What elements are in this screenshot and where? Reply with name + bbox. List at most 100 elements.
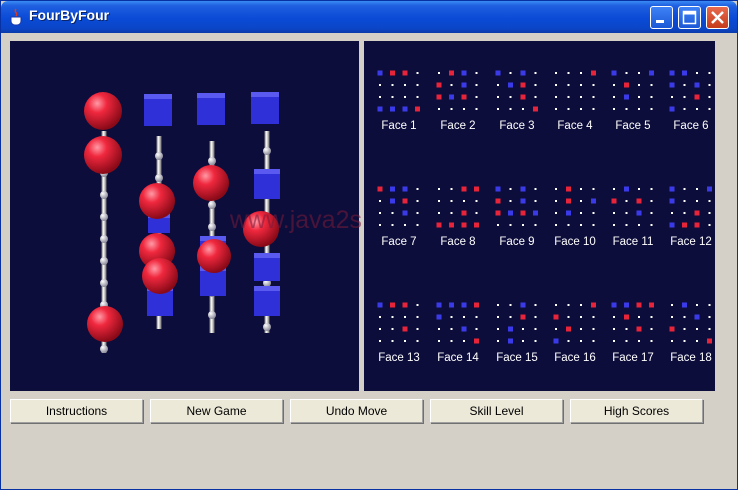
red-piece[interactable] (474, 338, 479, 344)
new-game-button[interactable]: New Game (150, 399, 283, 423)
red-piece[interactable] (402, 70, 408, 76)
red-piece[interactable] (636, 302, 642, 308)
blue-piece[interactable] (390, 106, 395, 112)
blue-piece[interactable] (624, 94, 629, 100)
empty-cell[interactable] (638, 340, 640, 342)
blue-piece[interactable] (624, 186, 629, 192)
blue-piece[interactable] (682, 302, 687, 308)
empty-cell[interactable] (391, 84, 394, 86)
empty-cell[interactable] (592, 84, 595, 86)
empty-cell[interactable] (416, 340, 419, 342)
blue-piece[interactable] (508, 210, 513, 216)
blue-cube-top[interactable] (254, 253, 280, 258)
face-grid[interactable] (376, 301, 420, 345)
empty-cell[interactable] (522, 340, 524, 342)
empty-cell[interactable] (497, 224, 499, 226)
red-sphere[interactable] (84, 136, 122, 174)
empty-cell[interactable] (438, 328, 440, 330)
empty-cell[interactable] (555, 84, 557, 86)
blue-piece[interactable] (495, 70, 501, 76)
empty-cell[interactable] (696, 304, 698, 306)
red-piece[interactable] (449, 222, 454, 228)
empty-cell[interactable] (696, 328, 698, 330)
red-piece[interactable] (377, 186, 383, 192)
empty-cell[interactable] (475, 212, 478, 214)
empty-cell[interactable] (497, 316, 499, 318)
blue-piece[interactable] (669, 198, 675, 204)
red-piece[interactable] (461, 210, 467, 216)
empty-cell[interactable] (555, 188, 557, 190)
empty-cell[interactable] (613, 108, 615, 110)
empty-cell[interactable] (567, 84, 570, 86)
peg-knob[interactable] (208, 223, 216, 231)
red-piece[interactable] (566, 186, 571, 192)
empty-cell[interactable] (534, 200, 537, 202)
face-2[interactable]: Face 2 (429, 49, 487, 132)
red-piece[interactable] (402, 302, 408, 308)
red-piece[interactable] (436, 94, 442, 100)
empty-cell[interactable] (683, 340, 686, 342)
empty-cell[interactable] (613, 328, 615, 330)
red-sphere[interactable] (139, 183, 175, 219)
face-6[interactable]: Face 6 (662, 49, 720, 132)
empty-cell[interactable] (404, 224, 406, 226)
empty-cell[interactable] (650, 212, 653, 214)
red-piece[interactable] (707, 338, 712, 344)
red-piece[interactable] (436, 82, 442, 88)
empty-cell[interactable] (534, 340, 537, 342)
empty-cell[interactable] (497, 84, 499, 86)
empty-cell[interactable] (683, 200, 686, 202)
empty-cell[interactable] (613, 212, 615, 214)
red-piece[interactable] (474, 302, 479, 308)
empty-cell[interactable] (391, 328, 394, 330)
empty-cell[interactable] (379, 212, 381, 214)
blue-piece[interactable] (436, 314, 442, 320)
empty-cell[interactable] (416, 304, 419, 306)
empty-cell[interactable] (450, 188, 453, 190)
face-16[interactable]: Face 16 (546, 281, 604, 364)
face-5[interactable]: Face 5 (604, 49, 662, 132)
empty-cell[interactable] (625, 340, 628, 342)
empty-cell[interactable] (638, 224, 640, 226)
empty-cell[interactable] (534, 72, 537, 74)
empty-cell[interactable] (650, 340, 653, 342)
empty-cell[interactable] (580, 224, 582, 226)
peg-knob[interactable] (100, 191, 108, 199)
blue-piece[interactable] (611, 302, 617, 308)
empty-cell[interactable] (438, 340, 440, 342)
empty-cell[interactable] (567, 72, 570, 74)
empty-cell[interactable] (509, 188, 512, 190)
blue-piece[interactable] (495, 186, 501, 192)
face-grid[interactable] (552, 185, 596, 229)
empty-cell[interactable] (708, 84, 711, 86)
face-15[interactable]: Face 15 (488, 281, 546, 364)
empty-cell[interactable] (567, 340, 570, 342)
empty-cell[interactable] (475, 316, 478, 318)
blue-piece[interactable] (669, 70, 675, 76)
red-piece[interactable] (682, 222, 687, 228)
blue-piece[interactable] (649, 70, 654, 76)
red-piece[interactable] (649, 302, 654, 308)
blue-piece[interactable] (611, 70, 617, 76)
red-piece[interactable] (520, 314, 526, 320)
red-piece[interactable] (611, 198, 617, 204)
red-piece[interactable] (415, 106, 420, 112)
empty-cell[interactable] (475, 108, 478, 110)
face-11[interactable]: Face 11 (604, 165, 662, 248)
empty-cell[interactable] (509, 72, 512, 74)
empty-cell[interactable] (450, 316, 453, 318)
empty-cell[interactable] (497, 304, 499, 306)
empty-cell[interactable] (522, 224, 524, 226)
empty-cell[interactable] (416, 316, 419, 318)
empty-cell[interactable] (379, 316, 381, 318)
blue-piece[interactable] (533, 210, 538, 216)
blue-piece[interactable] (669, 82, 675, 88)
empty-cell[interactable] (592, 340, 595, 342)
peg-knob[interactable] (208, 157, 216, 165)
face-13[interactable]: Face 13 (370, 281, 428, 364)
empty-cell[interactable] (580, 96, 582, 98)
blue-piece[interactable] (436, 302, 442, 308)
empty-cell[interactable] (522, 328, 524, 330)
red-piece[interactable] (520, 210, 526, 216)
red-piece[interactable] (520, 82, 526, 88)
